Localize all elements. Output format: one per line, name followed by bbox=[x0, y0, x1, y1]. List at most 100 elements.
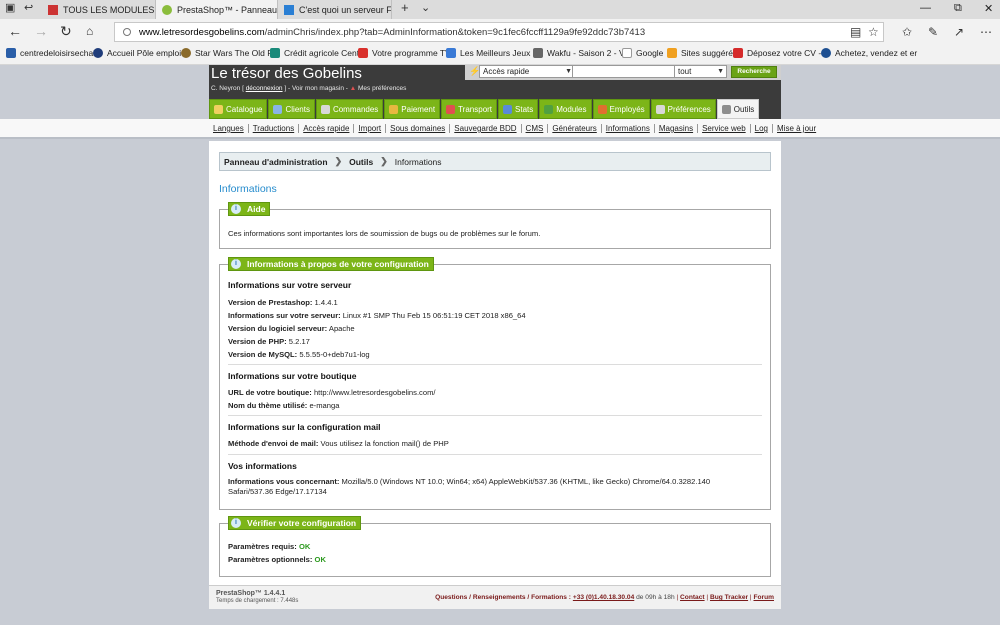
favorite-link[interactable]: Wakfu - Saison 2 - Ve bbox=[533, 48, 629, 58]
tab-clients[interactable]: Clients bbox=[268, 99, 315, 119]
games-icon bbox=[446, 48, 456, 58]
footer-forum-link[interactable]: Forum bbox=[753, 594, 774, 601]
user-line: C. Neyron [ déconnexion ] - Voir mon mag… bbox=[211, 85, 407, 92]
check-row: Paramètres requis: OK bbox=[228, 542, 311, 551]
share-icon[interactable]: ↗ bbox=[954, 25, 964, 39]
footer-load-time: Temps de chargement : 7.448s bbox=[216, 598, 299, 604]
preferences-link[interactable]: Mes préférences bbox=[358, 85, 406, 92]
search-scope-select[interactable]: tout ▼ bbox=[674, 65, 727, 78]
tab-modules[interactable]: Modules bbox=[539, 99, 592, 119]
pole-emploi-icon bbox=[93, 48, 103, 58]
favorite-link[interactable]: Les Meilleurs Jeux de bbox=[446, 48, 542, 58]
tab-outils[interactable]: Outils bbox=[716, 99, 760, 119]
footer-bug-tracker-link[interactable]: Bug Tracker bbox=[710, 594, 748, 601]
submenu-mise-a-jour[interactable]: Mise à jour bbox=[773, 124, 820, 133]
favorites-hub-icon[interactable]: ✩ bbox=[902, 25, 912, 39]
tab-ftp[interactable]: C'est quoi un serveur FTP ? bbox=[278, 0, 392, 19]
submenu-cms[interactable]: CMS bbox=[522, 124, 549, 133]
info-row: Méthode d'envoi de mail: Vous utilisez l… bbox=[228, 439, 449, 448]
submenu-import[interactable]: Import bbox=[354, 124, 387, 133]
more-menu-icon[interactable]: ⋯ bbox=[980, 25, 992, 39]
favorite-link[interactable]: Votre programme TV bbox=[358, 48, 451, 58]
forward-arrow-icon[interactable]: → bbox=[34, 23, 48, 39]
info-icon: i bbox=[231, 259, 241, 269]
favorite-star-icon[interactable]: ☆ bbox=[868, 25, 879, 39]
site-info-icon[interactable] bbox=[123, 28, 131, 36]
quick-access-select[interactable]: Accès rapide ▼ bbox=[479, 65, 575, 78]
clients-icon bbox=[273, 104, 283, 114]
favorite-link[interactable]: Sites suggérés bbox=[667, 48, 737, 58]
tab-employes[interactable]: Employés bbox=[592, 99, 650, 119]
favorite-link[interactable]: Déposez votre CV - A bbox=[733, 48, 829, 58]
favorite-link[interactable]: centredeloisirsechallc bbox=[6, 48, 101, 58]
footer-phone[interactable]: +33 (0)1.40.18.30.04 bbox=[573, 594, 634, 601]
tab-label: PrestaShop™ - Panneau bbox=[177, 4, 278, 15]
tab-paiement[interactable]: Paiement bbox=[384, 99, 441, 119]
info-icon: i bbox=[231, 518, 241, 528]
browser-tab-bar: ▣ ↩ TOUS LES MODULES ONT D PrestaShop™ -… bbox=[0, 0, 1000, 19]
tab-label: C'est quoi un serveur FTP ? bbox=[299, 4, 392, 15]
tab-modules[interactable]: TOUS LES MODULES ONT D bbox=[42, 0, 156, 19]
maximize-icon[interactable]: ⧉ bbox=[954, 2, 962, 15]
submenu-log[interactable]: Log bbox=[751, 124, 774, 133]
tab-catalogue[interactable]: Catalogue bbox=[209, 99, 268, 119]
favorite-link[interactable]: Star Wars The Old Re bbox=[181, 48, 278, 58]
tools-icon bbox=[721, 104, 731, 114]
notes-pen-icon[interactable]: ✎ bbox=[928, 25, 938, 39]
tab-list-chevron-icon[interactable]: ⌄ bbox=[421, 1, 430, 14]
tab-prestashop[interactable]: PrestaShop™ - Panneau ✕ bbox=[156, 0, 278, 19]
submenu-informations[interactable]: Informations bbox=[602, 124, 655, 133]
search-button[interactable]: Recherche bbox=[731, 66, 777, 78]
favorite-link[interactable]: Crédit agricole Centr bbox=[270, 48, 362, 58]
paypal-icon bbox=[821, 48, 831, 58]
help-legend: i Aide bbox=[228, 202, 271, 216]
new-tab-icon[interactable]: + bbox=[401, 0, 409, 15]
submenu-acces-rapide[interactable]: Accès rapide bbox=[299, 124, 355, 133]
minimize-icon[interactable]: — bbox=[920, 2, 931, 14]
close-window-icon[interactable]: ✕ bbox=[984, 2, 993, 15]
sub-menu: Langues Traductions Accès rapide Import … bbox=[0, 119, 1000, 139]
submenu-service-web[interactable]: Service web bbox=[698, 124, 751, 133]
divider bbox=[228, 364, 762, 365]
url-text: www.letresordesgobelins.com/adminChris/i… bbox=[139, 26, 646, 38]
help-fieldset: i Aide Ces informations sont importantes… bbox=[219, 202, 771, 249]
config-fieldset: i Informations à propos de votre configu… bbox=[219, 257, 771, 510]
back-arrow-icon[interactable]: ← bbox=[8, 23, 22, 39]
submenu-sauvegarde-bdd[interactable]: Sauvegarde BDD bbox=[450, 124, 522, 133]
submenu-sous-domaines[interactable]: Sous domaines bbox=[386, 124, 451, 133]
footer-contact-link[interactable]: Contact bbox=[680, 594, 705, 601]
tab-preferences[interactable]: Préférences bbox=[650, 99, 716, 119]
tabs-aside-icon[interactable]: ↩ bbox=[24, 1, 33, 14]
favorite-link[interactable]: Achetez, vendez et er bbox=[821, 48, 917, 58]
preferences-tab-icon bbox=[655, 104, 665, 114]
tab-stats[interactable]: Stats bbox=[498, 99, 539, 119]
submenu-langues[interactable]: Langues bbox=[213, 124, 249, 133]
refresh-icon[interactable]: ↻ bbox=[60, 23, 72, 39]
favorite-link[interactable]: Google bbox=[622, 48, 663, 58]
logout-link[interactable]: déconnexion bbox=[246, 85, 283, 92]
info-row: Informations vous concernant: Mozilla/5.… bbox=[228, 477, 711, 496]
favorites-bar: centredeloisirsechallc Accueil Pôle empl… bbox=[0, 45, 1000, 65]
breadcrumb-section[interactable]: Outils bbox=[349, 157, 373, 167]
info-row: Version de MySQL: 5.5.55-0+deb7u1-log bbox=[228, 350, 370, 359]
breadcrumb-home[interactable]: Panneau d'administration bbox=[224, 157, 328, 167]
tab-transport[interactable]: Transport bbox=[441, 99, 498, 119]
favorite-link[interactable]: Accueil Pôle emploi bbox=[93, 48, 181, 58]
search-input[interactable] bbox=[572, 65, 678, 78]
home-icon[interactable]: ⌂ bbox=[86, 23, 93, 39]
browser-address-bar: ← → ↻ ⌂ www.letresordesgobelins.com/admi… bbox=[0, 19, 1000, 45]
footer-hours: de 09h à 18h bbox=[636, 594, 675, 601]
submenu-generateurs[interactable]: Générateurs bbox=[548, 124, 602, 133]
tv-icon bbox=[358, 48, 368, 58]
submenu-magasins[interactable]: Magasins bbox=[655, 124, 699, 133]
reading-view-icon[interactable]: ▤ bbox=[850, 25, 861, 39]
cv-icon bbox=[733, 48, 743, 58]
submenu-traductions[interactable]: Traductions bbox=[249, 124, 300, 133]
wordpress-icon bbox=[6, 48, 16, 58]
payment-icon bbox=[389, 104, 399, 114]
tab-commandes[interactable]: Commandes bbox=[315, 99, 384, 119]
url-field[interactable]: www.letresordesgobelins.com/adminChris/i… bbox=[114, 22, 884, 42]
divider bbox=[228, 454, 762, 455]
tab-actions-icon[interactable]: ▣ bbox=[5, 1, 15, 14]
view-shop-link[interactable]: Voir mon magasin bbox=[292, 85, 344, 92]
